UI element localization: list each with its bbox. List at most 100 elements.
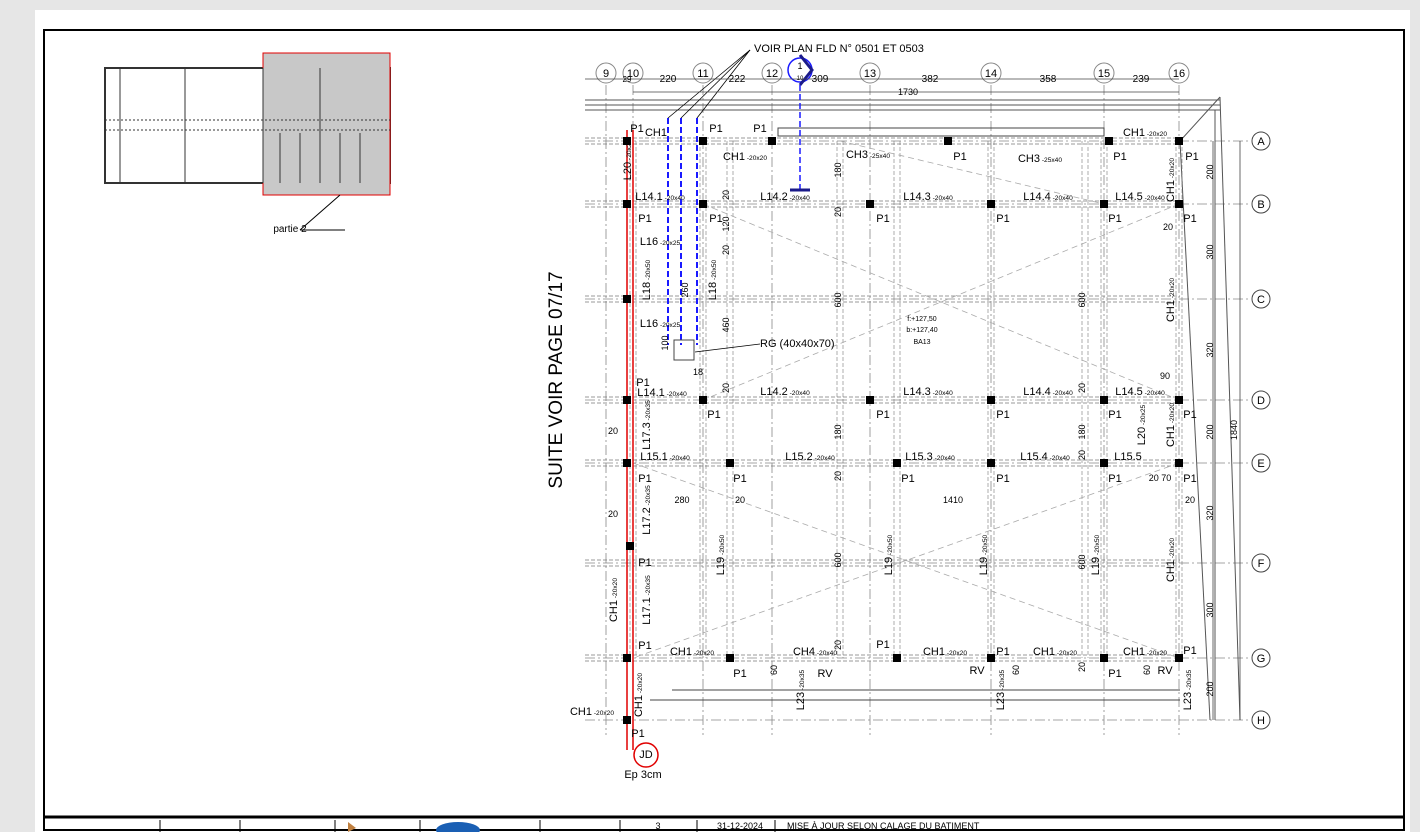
label-size: -20x50	[645, 259, 652, 281]
annotation: CH1 -20x20	[1165, 403, 1177, 447]
dim-total-x: 1730	[898, 87, 918, 97]
dim-y: 320	[1205, 342, 1215, 357]
column-p1	[1100, 200, 1108, 208]
annotation: L19 -20x50	[1090, 534, 1102, 575]
grate-rg	[673, 339, 695, 361]
label-size: -20x40	[931, 390, 953, 397]
annotation: L15.5	[1114, 451, 1142, 463]
dim-x: 29	[623, 75, 632, 84]
label-size: -20x50	[1094, 534, 1101, 556]
label-size: -20x35	[999, 669, 1006, 691]
annotation: 260	[680, 282, 690, 297]
label-size: -20x20	[592, 710, 614, 717]
annotation: CH1 -20x20	[1123, 646, 1167, 658]
label-size: -20x35	[645, 575, 652, 597]
label-size: -20x25	[1140, 404, 1147, 426]
annotation: L17.2 -20x35	[641, 485, 653, 535]
side-title: SUITE VOIR PAGE 07/17	[546, 271, 567, 488]
annotation: L14.5 -20x40	[1115, 386, 1165, 398]
annotation: P1	[638, 640, 651, 652]
axis-label-y: F	[1258, 558, 1265, 570]
annotation: b:+127,40	[906, 327, 937, 334]
viewer-scrollbar-area[interactable]	[1410, 0, 1420, 832]
label-size: -20x40	[665, 391, 687, 398]
annotation: L14.2 -20x40	[760, 386, 810, 398]
label-size: -20x25	[658, 240, 680, 247]
annotation: L14.2 -20x40	[760, 191, 810, 203]
column-p1	[944, 137, 952, 145]
annotation: 20	[1077, 383, 1087, 393]
label-size: -20x40	[1048, 455, 1070, 462]
annotation: L17.1 -20x35	[641, 575, 653, 625]
label-size: -20x20	[1169, 278, 1176, 300]
column-p1	[893, 654, 901, 662]
axis-label-x: 14	[985, 68, 997, 80]
label-size: -20x20	[1169, 538, 1176, 560]
dim-y: 320	[1205, 505, 1215, 520]
column-p1	[726, 459, 734, 467]
label-size: -20x35	[1186, 669, 1193, 691]
column-p1	[987, 200, 995, 208]
annotation: L15.1 -20x40	[640, 451, 690, 463]
annotation: P1	[953, 151, 966, 163]
annotation: RV	[969, 665, 985, 677]
annotation: CH1 -20x20	[670, 646, 714, 658]
label-size: -20x20	[1169, 403, 1176, 425]
column-p1	[623, 396, 631, 404]
axis-label-x: 12	[766, 68, 778, 80]
annotation: 20	[833, 471, 843, 481]
annotation: JD	[639, 749, 653, 761]
annotation: 180	[833, 162, 843, 177]
annotation: 20	[608, 426, 618, 436]
annotation: L14.4 -20x40	[1023, 386, 1073, 398]
column-p1	[623, 654, 631, 662]
label-size: -20x20	[692, 650, 714, 657]
label-size: -20x20	[1055, 650, 1077, 657]
annotation: L14.1 -20x40	[637, 387, 687, 399]
annotation: 60	[769, 665, 779, 675]
column-p1	[699, 137, 707, 145]
column-p1	[699, 396, 707, 404]
annotation: CH1 -20x20	[570, 706, 614, 718]
revision-date: 31-12-2024	[717, 821, 763, 831]
label-size: -20x35	[799, 669, 806, 691]
label-size: -20x20	[1145, 131, 1167, 138]
annotation: 20	[1077, 662, 1087, 672]
column-p1	[626, 542, 634, 550]
column-p1	[987, 459, 995, 467]
label-size: -20x25	[626, 139, 633, 161]
annotation: P1	[631, 728, 644, 740]
column-p1	[893, 459, 901, 467]
label-size: -20x20	[612, 578, 619, 600]
annotation: 600	[1077, 554, 1087, 569]
annotation: P1	[996, 646, 1009, 658]
annotation: 18	[693, 367, 703, 377]
label-size: -20x20	[1169, 158, 1176, 180]
annotation: CH4 -20x40	[793, 646, 837, 658]
dim-y: 200	[1205, 164, 1215, 179]
structural-plan-drawing: partie 2 9 10 11 12 13 14 15 16ABCDEFGH110 29 22…	[43, 29, 1405, 832]
label-size: -20x50	[982, 534, 989, 556]
annotation: P1	[707, 409, 720, 421]
annotation: 180	[1077, 424, 1087, 439]
axis-label-y: H	[1257, 715, 1265, 727]
annotation: L19 -20x50	[883, 534, 895, 575]
axis-label-y: D	[1257, 395, 1265, 407]
annotation: P1	[638, 213, 651, 225]
axis-label-x: 13	[864, 68, 876, 80]
annotation: 60	[1142, 665, 1152, 675]
annotation: CH1 -20x20	[633, 673, 645, 717]
label-size: -20x40	[815, 650, 837, 657]
annotation: RV	[817, 668, 833, 680]
label-size: -25x40	[868, 153, 890, 160]
column-p1	[1100, 459, 1108, 467]
column-p1	[987, 396, 995, 404]
column-p1	[623, 295, 631, 303]
column-p1	[1100, 654, 1108, 662]
roof-diag	[1179, 96, 1221, 142]
key-plan-label: partie 2	[273, 224, 307, 235]
annotation: L16 -20x25	[640, 236, 681, 248]
annotation: 180	[833, 424, 843, 439]
annotation: P1	[876, 409, 889, 421]
roof-diag	[1219, 96, 1241, 721]
